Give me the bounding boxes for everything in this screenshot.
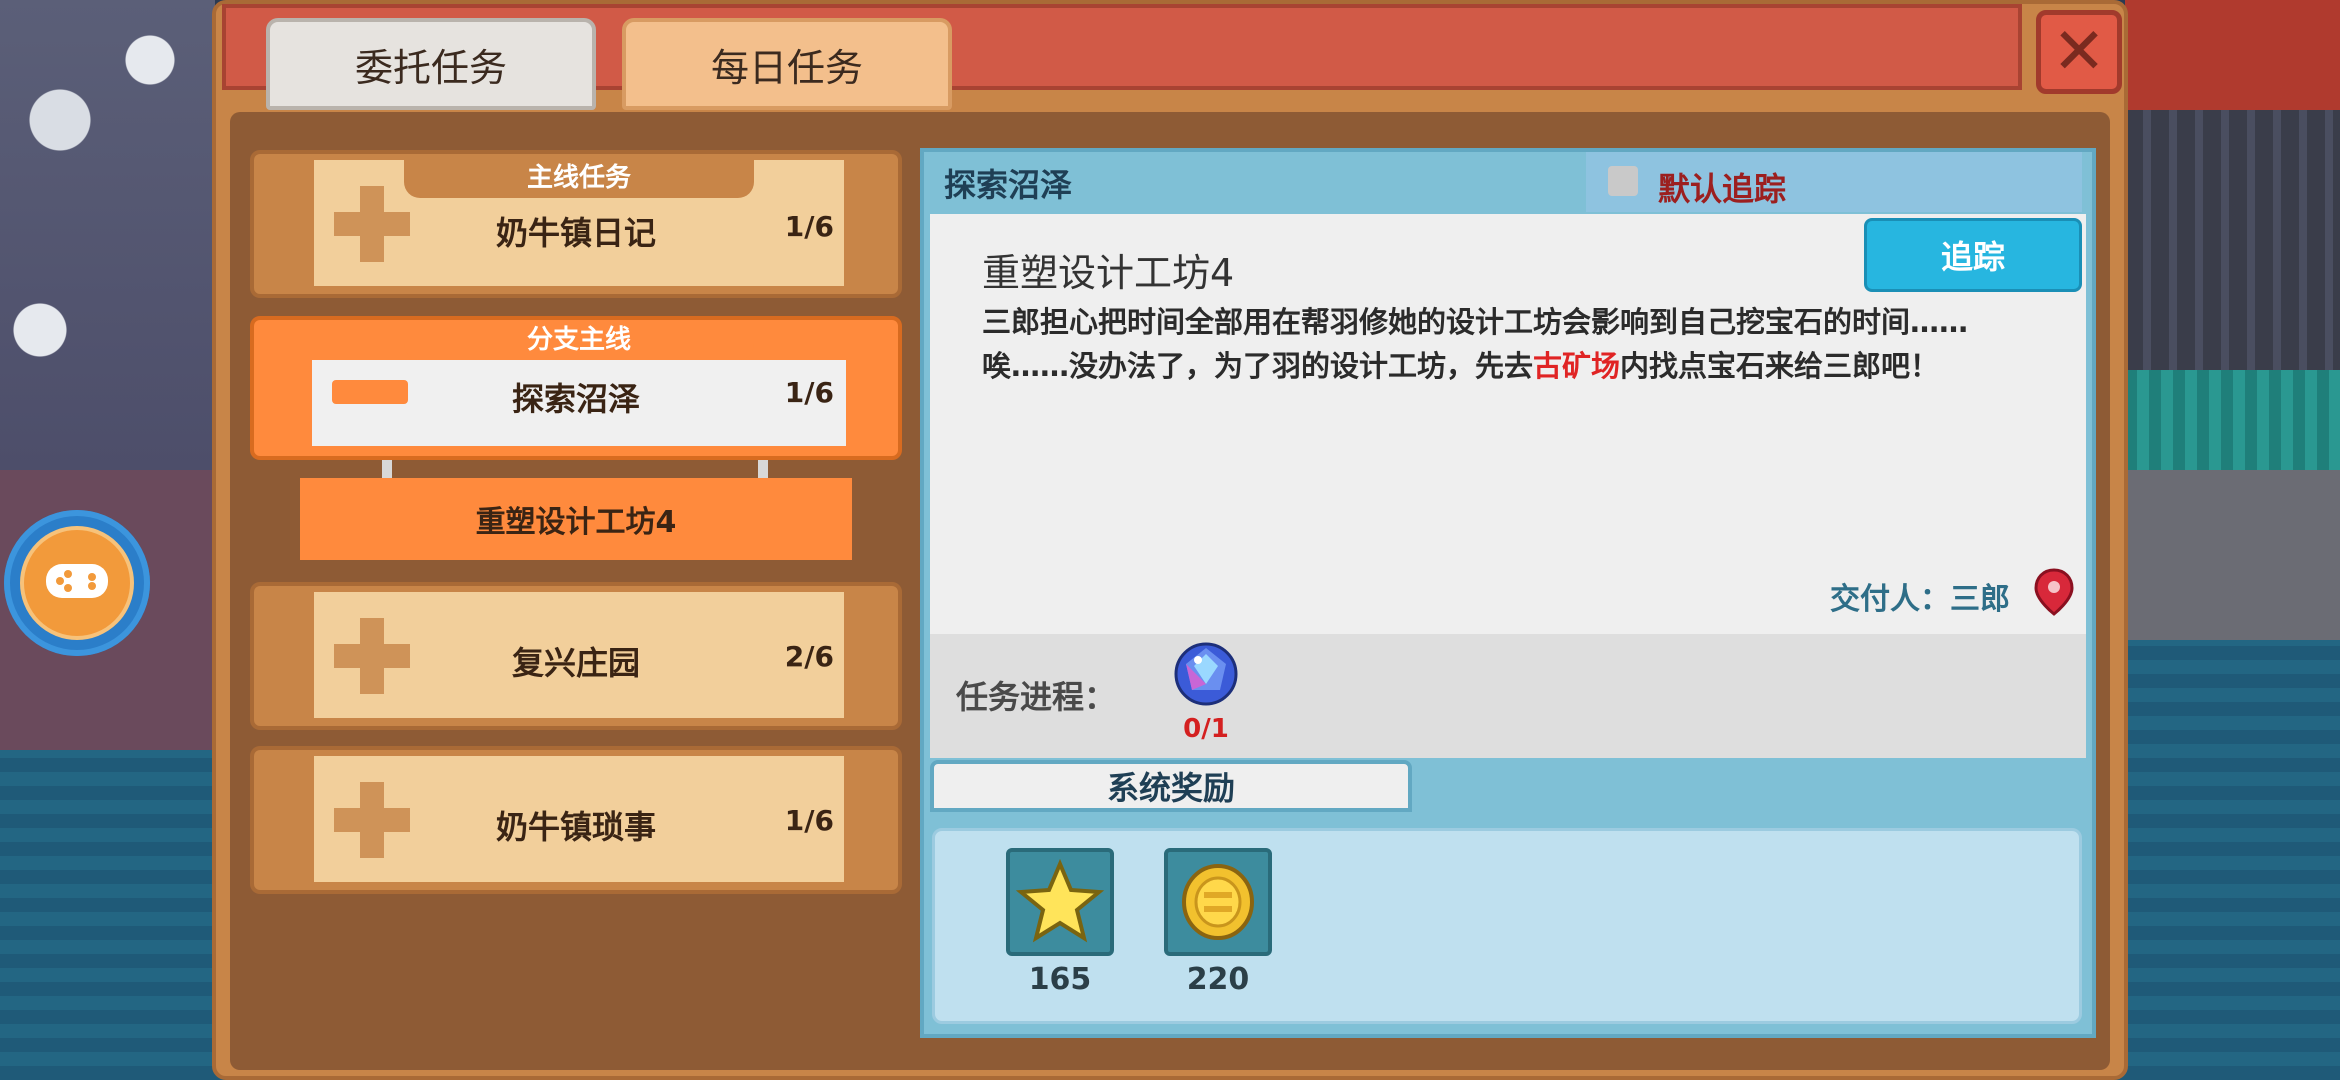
category-progress: 1/6 bbox=[784, 376, 834, 409]
stepping-stones-scenery bbox=[2125, 470, 2340, 640]
quest-title: 重塑设计工坊4 bbox=[982, 251, 1235, 295]
default-track-label: 默认追踪 bbox=[1658, 170, 1787, 208]
gamepad-icon bbox=[20, 526, 134, 640]
tab-daily-quests[interactable]: 每日任务 bbox=[622, 18, 952, 110]
tab-commission-quests[interactable]: 委托任务 bbox=[266, 18, 596, 110]
reward-tab-system[interactable]: 系统奖励 bbox=[930, 760, 1412, 812]
description-line-1: 三郎担心把时间全部用在帮羽修她的设计工坊会影响到自己挖宝石的时间…… bbox=[982, 305, 1969, 339]
quest-category-revive[interactable]: 复兴庄园 2/6 bbox=[250, 582, 902, 730]
reward-slot-coin[interactable] bbox=[1164, 848, 1272, 956]
red-roof-scenery bbox=[2125, 0, 2340, 110]
category-tag: 主线任务 bbox=[404, 158, 754, 198]
progress-count: 0/1 bbox=[1183, 714, 1229, 744]
progress-label: 任务进程： bbox=[956, 678, 1117, 716]
chapter-title: 探索沼泽 bbox=[944, 166, 1073, 204]
quest-category-main[interactable]: 主线任务 奶牛镇日记 1/6 bbox=[250, 150, 902, 298]
gold-coin-icon bbox=[1182, 864, 1254, 940]
snowy-trees-scenery bbox=[0, 0, 215, 470]
description-line-2: 唉……没办法了，为了羽的设计工坊，先去古矿场内找点宝石来给三郎吧！ bbox=[982, 349, 1940, 383]
water-scenery-right bbox=[2125, 640, 2340, 1080]
quest-description: 三郎担心把时间全部用在帮羽修她的设计工坊会影响到自己挖宝石的时间…… 唉……没办… bbox=[982, 300, 2042, 388]
reward-slot-star[interactable] bbox=[1006, 848, 1114, 956]
category-progress: 1/6 bbox=[784, 210, 834, 243]
gemstone-icon bbox=[1174, 642, 1238, 706]
sub-quest-item-selected[interactable]: 重塑设计工坊4 bbox=[300, 478, 852, 560]
water-scenery bbox=[0, 750, 215, 1080]
default-track-checkbox[interactable] bbox=[1608, 166, 1638, 196]
category-tag: 分支主线 bbox=[404, 320, 754, 360]
close-icon: ✕ bbox=[2052, 15, 2106, 89]
location-highlight: 古矿场 bbox=[1533, 349, 1621, 383]
building-scenery bbox=[2125, 110, 2340, 370]
gamepad-button[interactable] bbox=[4, 510, 150, 656]
star-icon bbox=[1015, 858, 1105, 943]
category-progress: 1/6 bbox=[784, 804, 834, 837]
quest-giver: 交付人：三郎 bbox=[1830, 582, 2010, 617]
reward-value: 165 bbox=[1028, 962, 1092, 997]
category-progress: 2/6 bbox=[784, 640, 834, 673]
quest-category-chores[interactable]: 奶牛镇琐事 1/6 bbox=[250, 746, 902, 894]
close-button[interactable]: ✕ bbox=[2036, 10, 2122, 94]
reward-value: 220 bbox=[1186, 962, 1250, 997]
location-pin-icon[interactable] bbox=[2034, 568, 2074, 616]
quest-category-branch[interactable]: 分支主线 探索沼泽 1/6 bbox=[250, 316, 902, 460]
track-button[interactable]: 追踪 bbox=[1864, 218, 2082, 292]
